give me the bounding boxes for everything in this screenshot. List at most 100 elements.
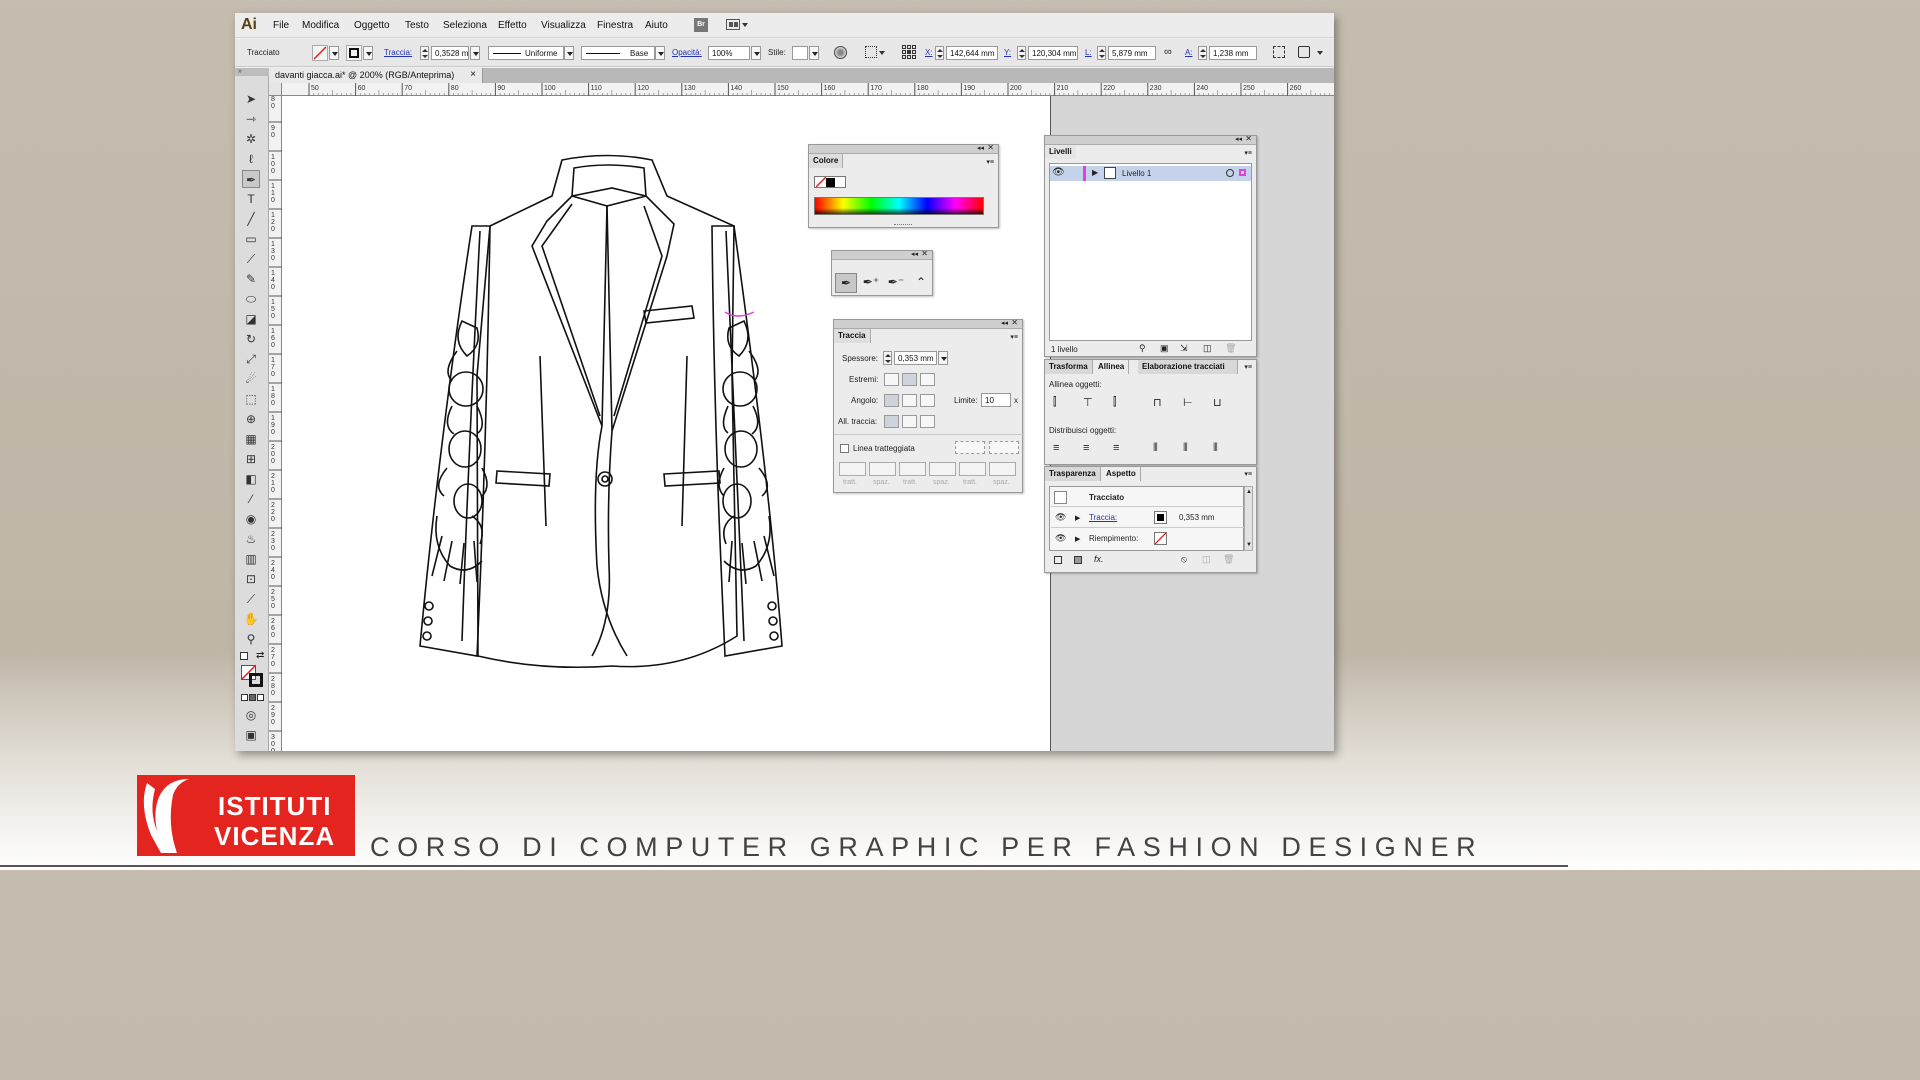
distribute-horizontal-center-icon[interactable]: ⦀ — [1183, 442, 1188, 455]
panel-menu-icon[interactable]: ▾≡ — [1244, 363, 1252, 371]
gradient-tool-icon[interactable]: ◧ — [242, 470, 260, 488]
width-label-link[interactable]: L: — [1085, 48, 1092, 57]
symbol-sprayer-tool-icon[interactable]: ♨ — [242, 530, 260, 548]
distribute-bottom-icon[interactable]: ≡ — [1113, 442, 1119, 454]
height-label-link[interactable]: A: — [1185, 48, 1193, 57]
stroke-color-icon[interactable] — [249, 673, 263, 687]
eye-icon[interactable]: 👁 — [1055, 512, 1066, 523]
dash-gap-field[interactable] — [869, 462, 896, 476]
screen-mode-icon[interactable]: ▣ — [242, 726, 260, 744]
close-panel-icon[interactable]: ✕ — [987, 143, 994, 152]
arrange-documents-icon[interactable] — [726, 19, 740, 30]
round-cap-icon[interactable] — [902, 373, 917, 386]
panel-menu-icon[interactable] — [1317, 51, 1323, 55]
default-colors-icon[interactable] — [240, 652, 248, 660]
align-outside-icon[interactable] — [920, 415, 935, 428]
horizontal-ruler[interactable]: 50 60 70 80 90 100 110 120 130 140 150 160 170 180 190… — [282, 83, 1334, 96]
weight-stepper[interactable] — [883, 351, 892, 365]
close-panel-icon[interactable]: ✕ — [1011, 318, 1018, 327]
free-transform-tool-icon[interactable]: ⬚ — [242, 390, 260, 408]
mesh-tool-icon[interactable]: ⊞ — [242, 450, 260, 468]
align-horizontal-center-icon[interactable]: ⊤ — [1083, 396, 1093, 409]
slice-tool-icon[interactable]: ⟋ — [242, 590, 260, 608]
lasso-tool-icon[interactable]: ℓ — [242, 150, 260, 168]
dash-gap-field[interactable] — [959, 462, 986, 476]
link-proportions-icon[interactable]: ∞ — [1164, 46, 1176, 58]
width-stepper[interactable] — [1097, 46, 1106, 60]
fill-dropdown[interactable] — [329, 46, 339, 60]
opacity-field[interactable]: 100% — [708, 46, 750, 60]
stroke-label-link[interactable]: Traccia: — [384, 48, 412, 57]
type-tool-icon[interactable]: T — [242, 190, 260, 208]
tab-trasforma[interactable]: Trasforma — [1045, 360, 1093, 374]
fx-button[interactable]: fx. — [1094, 554, 1104, 564]
appearance-scrollbar[interactable]: ▲ ▼ — [1244, 486, 1253, 551]
clear-appearance-icon[interactable]: ⦸ — [1181, 554, 1187, 565]
zoom-tool-icon[interactable]: ⚲ — [242, 630, 260, 648]
dashed-line-checkbox[interactable] — [840, 444, 849, 453]
add-new-fill-icon[interactable] — [1074, 556, 1082, 564]
tab-elaborazione-tracciati[interactable]: Elaborazione tracciati — [1138, 360, 1238, 374]
swap-colors-icon[interactable]: ⇄ — [256, 650, 264, 661]
magic-wand-tool-icon[interactable]: ✲ — [242, 130, 260, 148]
fill-swatch[interactable] — [312, 45, 328, 61]
eraser-tool-icon[interactable]: ◪ — [242, 310, 260, 328]
paintbrush-tool-icon[interactable]: ⟋ — [242, 250, 260, 268]
close-panel-icon[interactable]: ✕ — [1245, 134, 1252, 143]
rotate-tool-icon[interactable]: ↻ — [242, 330, 260, 348]
rectangle-tool-icon[interactable]: ▭ — [242, 230, 260, 248]
align-bottom-icon[interactable]: ⊔ — [1213, 396, 1222, 409]
collapse-panel-icon[interactable]: ◂◂ — [1001, 319, 1008, 327]
menu-finestra[interactable]: Finestra — [597, 20, 633, 31]
menu-seleziona[interactable]: Seleziona — [443, 20, 487, 31]
tab-colore[interactable]: Colore — [809, 154, 844, 168]
butt-cap-icon[interactable] — [884, 373, 899, 386]
expand-arrow-icon[interactable]: ▶ — [1075, 535, 1080, 543]
selection-indicator[interactable] — [1239, 169, 1246, 176]
trash-icon[interactable]: 🗑 — [1225, 343, 1236, 354]
limit-field[interactable]: 10 — [981, 393, 1011, 407]
make-clipping-mask-icon[interactable]: ▣ — [1160, 343, 1169, 354]
weight-dropdown[interactable] — [938, 351, 948, 365]
x-field[interactable]: 142,644 mm — [946, 46, 998, 60]
style-dropdown[interactable] — [809, 46, 819, 60]
document-tab[interactable]: davanti giacca.ai* @ 200% (RGB/Anteprima… — [269, 68, 483, 83]
collapse-panel-icon[interactable]: ◂◂ — [911, 250, 918, 258]
eye-icon[interactable]: 👁 — [1052, 167, 1065, 178]
projecting-cap-icon[interactable] — [920, 373, 935, 386]
layer-row[interactable]: 👁 ▶ Livello 1 — [1050, 166, 1251, 181]
pen-tool-icon[interactable]: ✒ — [835, 273, 857, 293]
y-stepper[interactable] — [1017, 46, 1026, 60]
close-tab-icon[interactable]: × — [470, 69, 476, 80]
resize-grip[interactable] — [894, 224, 912, 226]
align-center-icon[interactable] — [884, 415, 899, 428]
panel-menu-icon[interactable]: ▾≡ — [986, 158, 994, 166]
align-top-icon[interactable]: ⊓ — [1153, 396, 1162, 409]
panel-menu-icon[interactable]: ▾≡ — [1244, 149, 1252, 157]
isolate-icon[interactable] — [1298, 46, 1310, 58]
menu-effetto[interactable]: Effetto — [498, 20, 527, 31]
appearance-stroke-row[interactable]: 👁 ▶ Traccia: 0,353 mm — [1051, 508, 1244, 528]
target-icon[interactable] — [1226, 169, 1234, 177]
height-stepper[interactable] — [1198, 46, 1207, 60]
collapse-panel-icon[interactable]: ◂◂ — [977, 144, 984, 152]
menu-visualizza[interactable]: Visualizza — [541, 20, 586, 31]
chevron-down-icon[interactable] — [742, 23, 748, 27]
stroke-weight-stepper[interactable] — [420, 46, 429, 60]
shape-builder-tool-icon[interactable]: ⊕ — [242, 410, 260, 428]
locate-object-icon[interactable]: ⚲ — [1139, 343, 1146, 354]
layer-name[interactable]: Livello 1 — [1122, 169, 1151, 178]
collapse-icon[interactable]: » — [235, 68, 269, 76]
variable-width-profile[interactable]: Uniforme — [488, 46, 564, 60]
menu-aiuto[interactable]: Aiuto — [645, 20, 668, 31]
color-swatches[interactable] — [814, 176, 846, 188]
expand-arrow-icon[interactable]: ▶ — [1092, 168, 1098, 177]
direct-selection-tool-icon[interactable]: ⇾ — [242, 110, 260, 128]
panel-menu-icon[interactable]: ▾≡ — [1010, 333, 1018, 341]
x-stepper[interactable] — [935, 46, 944, 60]
dash-gap-field[interactable] — [989, 462, 1016, 476]
profile-dropdown[interactable] — [564, 46, 574, 60]
stroke-color-swatch[interactable] — [1154, 511, 1167, 524]
tab-trasparenza[interactable]: Trasparenza — [1045, 467, 1101, 481]
miter-join-icon[interactable] — [884, 394, 899, 407]
